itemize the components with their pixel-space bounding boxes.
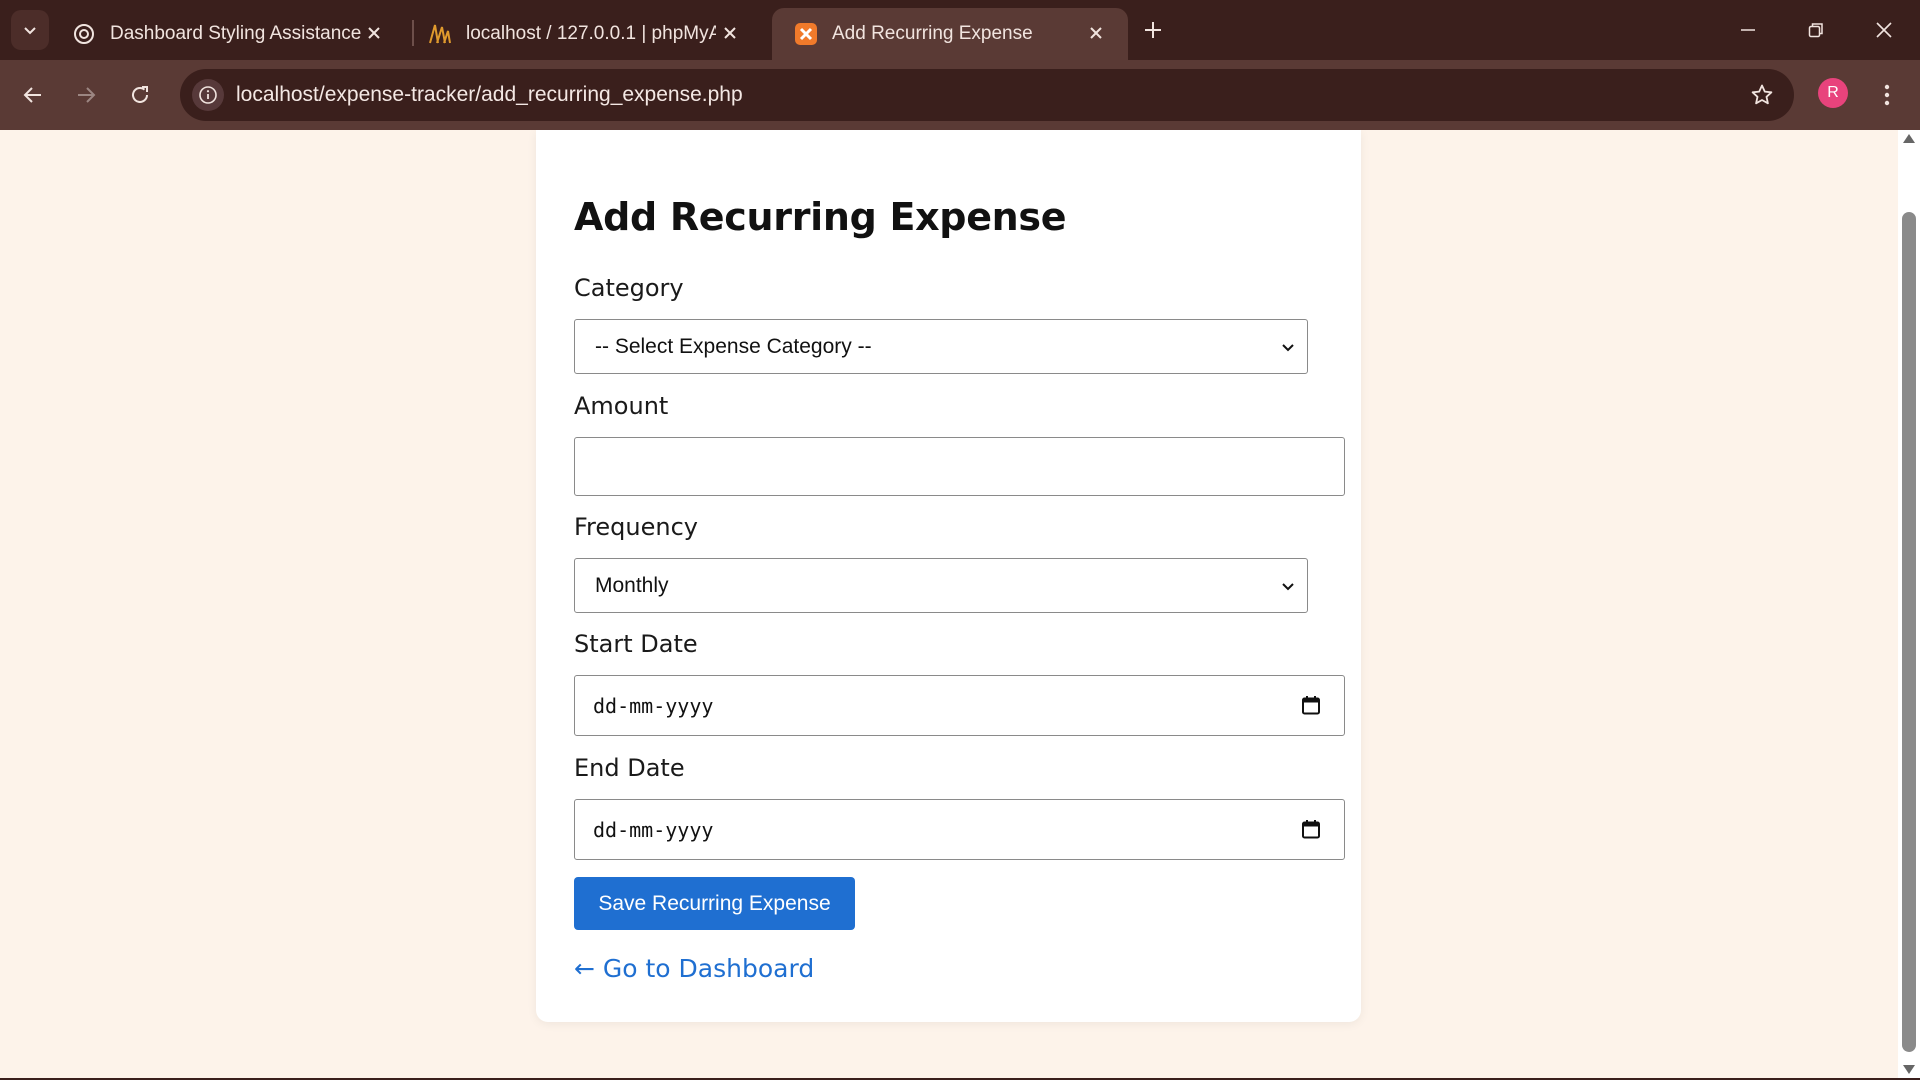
address-bar[interactable]: localhost/expense-tracker/add_recurring_…	[180, 69, 1794, 121]
scroll-up-arrow-icon[interactable]	[1903, 134, 1915, 143]
chevron-down-icon	[1282, 583, 1294, 591]
close-icon[interactable]	[1084, 21, 1108, 45]
category-select[interactable]: -- Select Expense Category --	[574, 319, 1308, 374]
tab-title: Dashboard Styling Assistance	[110, 23, 362, 44]
xampp-icon	[794, 22, 818, 46]
frequency-select[interactable]: Monthly	[574, 558, 1308, 613]
arrow-left-icon	[23, 87, 41, 103]
frequency-label: Frequency	[574, 513, 698, 541]
site-info-icon[interactable]	[192, 79, 224, 111]
calendar-icon[interactable]	[1300, 694, 1322, 716]
scroll-thumb[interactable]	[1902, 212, 1916, 1052]
close-icon	[1876, 22, 1892, 38]
end-date-placeholder: dd-mm-yyyy	[593, 817, 714, 842]
tab-search-button[interactable]	[11, 10, 49, 50]
chevron-down-icon	[1282, 344, 1294, 352]
start-date-placeholder: dd-mm-yyyy	[593, 693, 714, 718]
frequency-selected-value: Monthly	[595, 573, 669, 597]
page-scrollbar[interactable]	[1898, 130, 1920, 1078]
more-vert-icon	[1884, 84, 1890, 106]
reload-button[interactable]	[120, 75, 160, 115]
phpmyadmin-icon	[428, 22, 452, 46]
form-card: Add Recurring Expense Category -- Select…	[536, 130, 1361, 1022]
profile-avatar[interactable]: R	[1818, 78, 1848, 108]
page-title: Add Recurring Expense	[574, 195, 1067, 239]
category-selected-value: -- Select Expense Category --	[595, 334, 872, 358]
calendar-icon[interactable]	[1300, 818, 1322, 840]
end-date-input[interactable]: dd-mm-yyyy	[574, 799, 1345, 860]
tab-add-recurring-expense[interactable]: Add Recurring Expense	[772, 8, 1128, 60]
back-button[interactable]	[13, 75, 53, 115]
category-label: Category	[574, 274, 684, 302]
tab-dashboard-styling[interactable]: Dashboard Styling Assistance	[50, 8, 406, 60]
tab-phpmyadmin[interactable]: localhost / 127.0.0.1 | phpMyAd	[406, 8, 762, 60]
openai-icon	[72, 22, 96, 46]
amount-label: Amount	[574, 392, 669, 420]
tab-strip: Dashboard Styling Assistance localhost /…	[0, 0, 1920, 60]
close-window-button[interactable]	[1850, 0, 1918, 60]
forward-button[interactable]	[66, 75, 106, 115]
tab-title: Add Recurring Expense	[832, 23, 1033, 44]
minimize-button[interactable]	[1714, 0, 1782, 60]
start-date-label: Start Date	[574, 630, 698, 658]
restore-icon	[1808, 23, 1823, 38]
amount-input[interactable]	[574, 437, 1345, 496]
scroll-down-arrow-icon[interactable]	[1903, 1065, 1915, 1074]
end-date-label: End Date	[574, 754, 685, 782]
bookmark-star-icon[interactable]	[1748, 81, 1776, 109]
url-text: localhost/expense-tracker/add_recurring_…	[236, 83, 743, 106]
save-recurring-expense-button[interactable]: Save Recurring Expense	[574, 877, 855, 930]
start-date-input[interactable]: dd-mm-yyyy	[574, 675, 1345, 736]
browser-toolbar: localhost/expense-tracker/add_recurring_…	[0, 60, 1920, 130]
new-tab-button[interactable]	[1136, 13, 1170, 47]
arrow-right-icon	[78, 87, 96, 103]
close-icon[interactable]	[362, 21, 386, 45]
tab-title: localhost / 127.0.0.1 | phpMyAd	[466, 23, 716, 44]
go-to-dashboard-link[interactable]: ← Go to Dashboard	[574, 954, 814, 983]
chevron-down-icon	[24, 27, 36, 35]
page-viewport: Add Recurring Expense Category -- Select…	[0, 130, 1898, 1078]
minimize-icon	[1741, 29, 1755, 31]
browser-menu-button[interactable]	[1870, 75, 1904, 115]
plus-icon	[1145, 22, 1161, 38]
reload-icon	[132, 86, 148, 103]
restore-button[interactable]	[1782, 0, 1850, 60]
close-icon[interactable]	[718, 21, 742, 45]
